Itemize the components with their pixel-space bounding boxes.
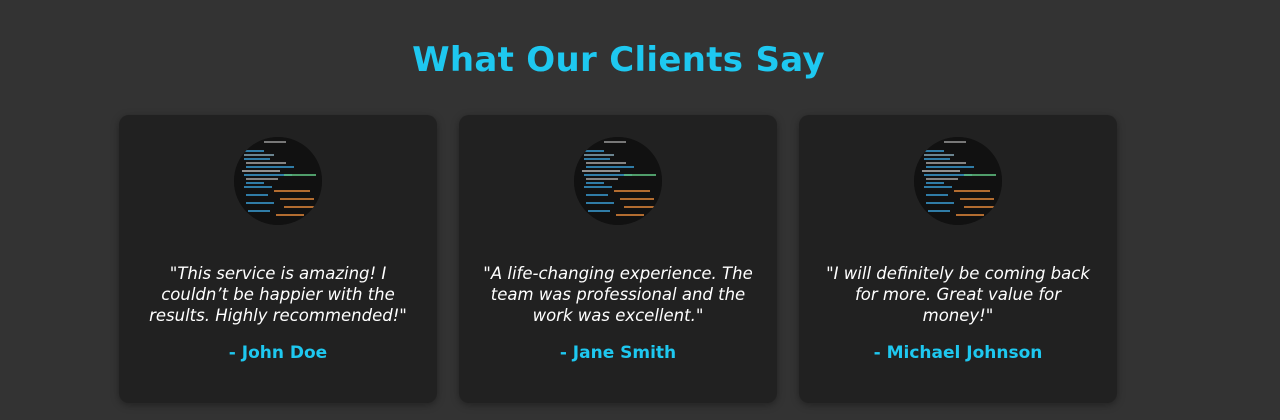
testimonial-card: "A life-changing experience. The team wa… [459,115,777,403]
testimonial-author: - John Doe [228,343,328,363]
code-screen-icon [234,137,322,225]
avatar [574,137,662,225]
testimonial-quote: "I will definitely be coming back for mo… [826,264,1090,325]
avatar [234,137,322,225]
code-screen-icon [574,137,662,225]
testimonials-section: What Our Clients Say "This service is am… [0,0,1280,420]
testimonial-cards: "This service is amazing! I couldn’t be … [119,115,1117,403]
testimonial-card: "This service is amazing! I couldn’t be … [119,115,437,403]
testimonial-author: - Michael Johnson [873,343,1043,363]
testimonial-quote: "This service is amazing! I couldn’t be … [149,264,407,325]
testimonial-card: "I will definitely be coming back for mo… [799,115,1117,403]
code-screen-icon [914,137,1002,225]
testimonial-author: - Jane Smith [559,343,677,363]
testimonial-quote: "A life-changing experience. The team wa… [483,264,753,325]
avatar [914,137,1002,225]
section-title: What Our Clients Say [412,40,825,80]
